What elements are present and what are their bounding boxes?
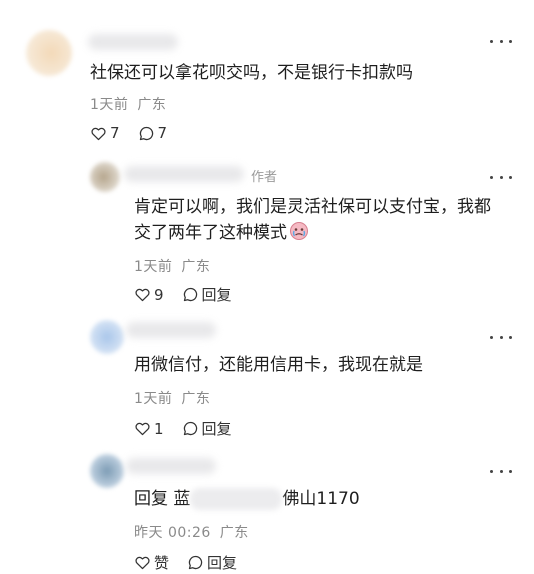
more-options-icon[interactable] [490,332,512,342]
comment-actions: 1 回复 [134,418,250,439]
like-button[interactable]: 9 [134,286,164,304]
comment-bubble-icon [139,126,153,140]
comment-location: 广东 [181,391,211,407]
comment-text-line-2: 交了两年了这种模式 [134,220,309,249]
comment-time: 1天前 [134,391,173,407]
comment-bubble-icon [183,421,197,436]
comment-meta: 昨天 00:26 广东 [134,522,249,542]
comment-3: 用微信付，还能用信用卡，我现在就是 1天前 广东 1 回复 [0,310,534,450]
comment-4: 回复 蓝 佛山1170 昨天 00:26 广东 赞 回复 [0,450,534,574]
username-redacted [126,322,216,338]
username-redacted [124,166,244,182]
like-button[interactable]: 1 [134,420,164,438]
reply-target-start: 蓝 [173,489,191,509]
comment-bubble-icon [183,287,197,302]
reply-target-end: 佛山1170 [282,489,360,509]
more-options-icon[interactable] [490,172,512,182]
redacted-text [190,488,283,510]
comment-text-line-2-text: 交了两年了这种模式 [134,223,287,243]
reply-button[interactable]: 回复 [187,552,237,573]
comment-2: 作者 肯定可以啊，我们是灵活社保可以支付宝，我都 交了两年了这种模式 1天前 广… [0,150,534,310]
avatar[interactable] [90,162,120,192]
comment-time: 1天前 [90,97,129,113]
more-options-icon[interactable] [490,466,512,476]
like-count: 1 [154,419,164,438]
heart-icon [135,556,150,570]
like-count: 9 [154,285,164,304]
comment-time: 1天前 [134,259,173,275]
comment-meta: 1天前 广东 [134,256,210,276]
comment-1: 社保还可以拿花呗交吗，不是银行卡扣款吗 1天前 广东 7 7 [0,0,534,150]
avatar[interactable] [90,454,124,488]
comment-text: 用微信付，还能用信用卡，我现在就是 [134,355,423,375]
username-redacted [88,34,178,50]
crying-emoji-icon [289,221,309,249]
like-button[interactable]: 赞 [134,552,169,573]
comment-location: 广东 [137,97,167,113]
comment-actions: 赞 回复 [134,552,255,573]
avatar[interactable] [90,320,124,354]
like-label: 赞 [154,554,170,572]
reply-prefix: 回复 [134,489,168,509]
heart-icon [135,422,150,436]
comment-time: 昨天 00:26 [134,525,211,541]
comment-text: 回复 蓝 佛山1170 [134,486,360,512]
heart-icon [91,127,106,140]
comment-actions: 7 7 [90,124,185,142]
comment-text: 社保还可以拿花呗交吗，不是银行卡扣款吗 [90,63,413,83]
comment-location: 广东 [181,259,211,275]
comment-meta: 1天前 广东 [134,388,210,408]
comment-text-line-1: 肯定可以啊，我们是灵活社保可以支付宝，我都 [134,197,491,217]
comment-meta: 1天前 广东 [90,94,166,114]
like-count: 7 [110,124,120,142]
comment-location: 广东 [219,525,249,541]
reply-label: 回复 [207,554,238,572]
username-redacted [126,458,216,474]
heart-icon [135,288,150,302]
reply-label: 回复 [201,286,232,304]
reply-button[interactable]: 7 [138,124,168,142]
reply-button[interactable]: 回复 [182,284,232,305]
avatar[interactable] [26,30,72,76]
comment-bubble-icon [188,555,203,570]
reply-button[interactable]: 回复 [182,418,232,439]
reply-label: 回复 [201,420,232,438]
comment-actions: 9 回复 [134,284,250,305]
author-tag: 作者 [251,170,278,185]
reply-count: 7 [157,124,168,142]
more-options-icon[interactable] [490,36,512,46]
like-button[interactable]: 7 [90,124,120,142]
